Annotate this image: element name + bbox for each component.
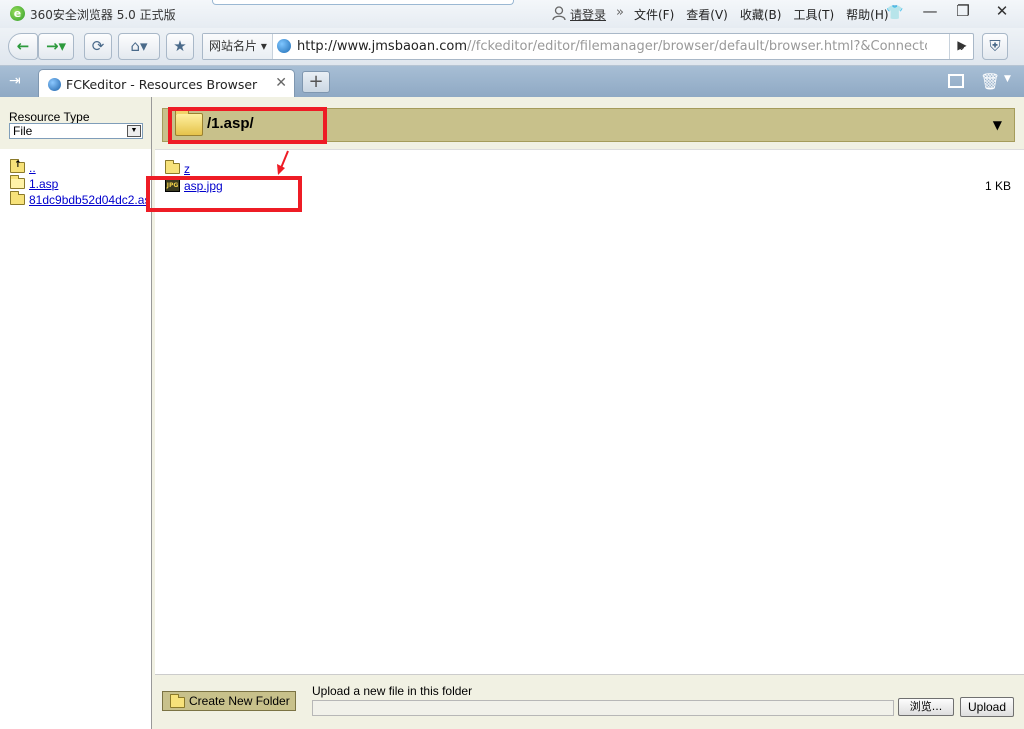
trash-dropdown-icon[interactable]: ▼ xyxy=(1004,74,1011,84)
new-tab-button[interactable]: + xyxy=(302,71,330,93)
address-bar[interactable]: 网站名片 ▾ http://www.jmsbaoan.com//fckedito… xyxy=(202,33,974,60)
upload-label: Upload a new file in this folder xyxy=(312,684,473,698)
double-chevron-icon[interactable]: » xyxy=(616,5,624,20)
menu-view[interactable]: 查看(V) xyxy=(686,6,728,23)
folder-up-icon xyxy=(10,159,25,173)
maximize-button[interactable]: ❐ xyxy=(946,0,980,22)
annotation-arrow-icon xyxy=(277,150,289,175)
file-link-z[interactable]: z xyxy=(184,162,190,176)
create-folder-button[interactable]: Create New Folder xyxy=(162,691,296,711)
tab-fckeditor[interactable]: FCKeditor - Resources Browser ✕ xyxy=(38,69,295,97)
app-title: 360安全浏览器 5.0 正式版 xyxy=(30,8,176,22)
folder-icon xyxy=(165,160,180,174)
tree-link-1asp[interactable]: 1.asp xyxy=(29,177,58,191)
folder-icon xyxy=(10,191,25,205)
tree-link-81dc[interactable]: 81dc9bdb52d04dc2.asp xyxy=(29,193,151,207)
minimize-button[interactable]: — xyxy=(913,0,947,22)
tree-item-1asp[interactable]: 1.asp xyxy=(10,175,58,191)
menu-favorites[interactable]: 收藏(B) xyxy=(740,6,782,23)
folder-icon xyxy=(170,694,185,708)
security-shield-button[interactable]: ⛨ xyxy=(982,33,1008,60)
folder-open-icon xyxy=(10,175,25,189)
tab-globe-icon xyxy=(48,78,61,91)
browse-button[interactable]: 浏览... xyxy=(898,698,954,716)
title-search-box[interactable] xyxy=(212,0,514,5)
folder-tree-frame: Resource Type File ▼ .. 1.asp 81dc9bdb52… xyxy=(0,97,152,729)
menu-help[interactable]: 帮助(H) xyxy=(846,6,888,23)
tree-item-parent[interactable]: .. xyxy=(10,159,36,175)
url-host: http://www.jmsbaoan.com xyxy=(297,39,467,54)
close-window-button[interactable]: ✕ xyxy=(985,0,1019,22)
url-path: //fckeditor/editor/filemanager/browser/d… xyxy=(466,39,927,54)
globe-icon xyxy=(277,39,291,53)
file-list: z JPG asp.jpg 1 KB xyxy=(155,149,1024,674)
title-bar: e 360安全浏览器 5.0 正式版 请登录 » 文件(F) 查看(V) 收藏(… xyxy=(0,0,1024,28)
highlight-box-file xyxy=(146,176,302,212)
tree-link-parent[interactable]: .. xyxy=(29,161,36,175)
site-card-button[interactable]: 网站名片 ▾ xyxy=(203,34,273,59)
file-size-aspjpg: 1 KB xyxy=(984,179,1011,193)
tree-item-81dc[interactable]: 81dc9bdb52d04dc2.asp xyxy=(10,191,151,207)
tab-bar: ⇥ FCKeditor - Resources Browser ✕ + 🗑 ▼ xyxy=(0,66,1024,97)
resource-type-label: Resource Type xyxy=(9,110,90,124)
chevron-down-icon[interactable]: ▼ xyxy=(127,125,141,137)
tab-title: FCKeditor - Resources Browser xyxy=(66,77,258,92)
menu-tools[interactable]: 工具(T) xyxy=(793,6,834,23)
favorite-star-button[interactable]: ★ xyxy=(166,33,194,60)
back-button[interactable]: ← xyxy=(8,33,38,60)
upload-button[interactable]: Upload xyxy=(960,697,1014,717)
home-button[interactable]: ⌂▾ xyxy=(118,33,160,60)
bottom-toolbar: Create New Folder Upload a new file in t… xyxy=(155,674,1024,729)
forward-button[interactable]: →▾ xyxy=(38,33,74,60)
file-row-z[interactable]: z xyxy=(165,160,190,176)
browser-logo-icon: e xyxy=(10,6,25,21)
refresh-button[interactable]: ⟳ xyxy=(84,33,112,60)
create-folder-label: Create New Folder xyxy=(189,694,290,708)
resource-type-value: File xyxy=(13,124,33,138)
tab-list-icon[interactable] xyxy=(948,74,964,88)
url-text[interactable]: http://www.jmsbaoan.com//fckeditor/edito… xyxy=(297,34,927,59)
go-arrow-button[interactable]: ▶ xyxy=(950,33,974,60)
skin-shirt-icon[interactable]: 👕 xyxy=(886,6,903,20)
caret-down-icon[interactable]: ▼ xyxy=(993,118,1002,132)
folder-tree: .. 1.asp 81dc9bdb52d04dc2.asp xyxy=(0,149,151,729)
user-icon xyxy=(552,6,566,21)
highlight-box-path xyxy=(168,107,327,144)
menu-file[interactable]: 文件(F) xyxy=(634,6,674,23)
site-card-label: 网站名片 xyxy=(209,39,258,53)
trash-icon[interactable]: 🗑 xyxy=(980,72,1000,91)
upload-file-input[interactable] xyxy=(312,700,894,716)
navigation-bar: ← →▾ ⟳ ⌂▾ ★ 网站名片 ▾ http://www.jmsbaoan.c… xyxy=(0,28,1024,66)
tab-close-icon[interactable]: ✕ xyxy=(275,75,287,91)
menu-bar: 文件(F) 查看(V) 收藏(B) 工具(T) 帮助(H) xyxy=(634,6,901,23)
login-link[interactable]: 请登录 xyxy=(570,6,606,23)
resource-type-select[interactable]: File ▼ xyxy=(9,123,143,139)
sidebar-toggle-icon[interactable]: ⇥ xyxy=(9,73,21,89)
